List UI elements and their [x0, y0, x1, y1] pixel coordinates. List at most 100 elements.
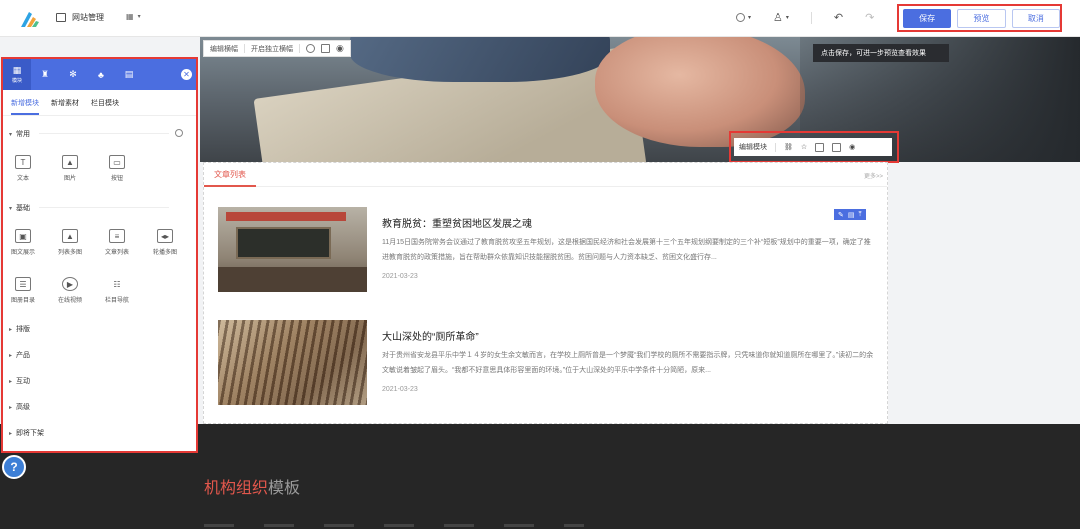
component-image[interactable]: ▲ 图片: [52, 155, 88, 182]
component-article-list[interactable]: ≡ 文章列表: [99, 229, 135, 256]
footer-title-rest: 模板: [268, 480, 301, 497]
image-icon[interactable]: [321, 44, 330, 53]
add-icon[interactable]: [815, 142, 825, 152]
app-logo-icon[interactable]: [18, 8, 40, 30]
article-title[interactable]: 大山深处的“厕所革命”: [382, 328, 479, 343]
component-label: 文章列表: [104, 250, 129, 256]
paw-icon: ♣: [98, 69, 104, 80]
section-label: 排版: [16, 326, 31, 333]
panel-tab-settings[interactable]: ✻: [59, 59, 87, 90]
close-icon[interactable]: ✕: [181, 69, 192, 80]
panel-tab-modules[interactable]: ▦ 模块: [3, 59, 31, 90]
component-label: 栏目导航: [104, 298, 129, 304]
gear-icon: ✻: [69, 69, 77, 79]
tab-article-list[interactable]: 文章列表: [204, 163, 256, 187]
tab-column-module[interactable]: 栏目模块: [91, 98, 119, 108]
section-advanced[interactable]: ▸ 高级: [9, 402, 30, 412]
apps-grid-menu[interactable]: ▦ ▾: [126, 12, 141, 21]
caret-right-icon: ▸: [9, 352, 13, 359]
caret-right-icon: ▸: [9, 378, 13, 385]
component-label: 按钮: [110, 176, 123, 182]
component-label: 轮播多图: [152, 250, 177, 256]
section-basic[interactable]: ▾ 基础: [9, 203, 30, 213]
edit-banner-button[interactable]: 编辑横幅: [210, 44, 238, 54]
article-title[interactable]: 教育脱贫：重塑贫困地区发展之魂: [382, 215, 532, 230]
module-edit-toolbar: 编辑模块 ⛓ ☆ ◉: [734, 138, 892, 156]
site-manage-icon: [56, 13, 66, 22]
section-product[interactable]: ▸ 产品: [9, 350, 30, 360]
chevron-down-icon: ▾: [137, 14, 141, 20]
unlink-icon[interactable]: ⛓: [784, 143, 793, 151]
tab-add-material[interactable]: 新增素材: [51, 98, 79, 108]
thumbnail-wood-pattern: [218, 320, 367, 405]
list-item[interactable]: 大山深处的“厕所革命” 对于贵州省安龙县平乐中学１４岁的女生余文敏而言，在学校上…: [218, 320, 878, 408]
shirt-icon: ♜: [40, 69, 50, 79]
component-image-text[interactable]: ▣ 图文展示: [5, 229, 41, 256]
thumbnail-banner-shape: [226, 212, 346, 221]
component-video[interactable]: ▶ 在线视频: [52, 277, 88, 304]
thumbnail-desks-shape: [218, 267, 367, 292]
layout-icon: ▤: [124, 69, 134, 79]
panel-tab-layout[interactable]: ▤: [115, 59, 143, 90]
edit-module-button[interactable]: 编辑模块: [739, 142, 767, 152]
component-label: 文本: [16, 176, 29, 182]
component-column-nav[interactable]: ☷ 栏目导航: [99, 277, 135, 305]
component-label: 图文展示: [10, 250, 35, 256]
independent-banner-button[interactable]: 开启独立横幅: [251, 44, 293, 54]
undo-icon[interactable]: ↶: [834, 11, 843, 24]
list-item[interactable]: 教育脱贫：重塑贫困地区发展之魂 11月15日国务院常务会议通过了教育脱贫攻坚五年…: [218, 207, 878, 295]
more-link[interactable]: 更多>>: [864, 171, 883, 180]
section-label: 高级: [16, 404, 31, 411]
banner-sleeve-shape: [350, 37, 610, 82]
module-tab-bar: 文章列表 更多>>: [204, 163, 887, 187]
module-panel: ▦ 模块 ♜ ✻ ♣ ▤ ✕ 新增模块 新增素材 栏目模块 ▾ 常用 T 文本 …: [1, 57, 198, 453]
caret-right-icon: ▸: [9, 404, 13, 411]
footer-title-highlight: 机构组织: [204, 480, 269, 497]
component-button[interactable]: ▭ 按钮: [99, 155, 135, 182]
article-summary: 对于贵州省安龙县平乐中学１４岁的女生余文敏而言，在学校上厕所曾是一个梦魇“我们学…: [382, 352, 874, 374]
panel-sub-tabs: 新增模块 新增素材 栏目模块: [3, 90, 196, 116]
tab-add-module[interactable]: 新增模块: [11, 98, 39, 115]
copy-icon[interactable]: [832, 142, 842, 152]
preview-button[interactable]: 预览: [957, 8, 1006, 28]
panel-tab-effects[interactable]: ♣: [87, 59, 115, 90]
help-menu[interactable]: ▾: [736, 13, 751, 22]
cancel-button[interactable]: 取消: [1011, 8, 1060, 28]
settings-icon[interactable]: [306, 44, 315, 53]
section-layout[interactable]: ▸ 排版: [9, 324, 30, 334]
divider: [244, 44, 245, 53]
module-edit-toolbar-highlight: 编辑模块 ⛓ ☆ ◉: [729, 131, 899, 163]
component-text[interactable]: T 文本: [5, 155, 41, 182]
article-thumbnail[interactable]: [218, 207, 367, 292]
article-icon: ≡: [109, 229, 125, 243]
article-summary: 11月15日国务院常务会议通过了教育脱贫攻坚五年规划，这是根据国民经济和社会发展…: [382, 239, 871, 261]
top-right-tools: ▾ ♙ ▾ ↶ ↷: [736, 11, 874, 24]
grid-icon: ▦: [126, 12, 134, 21]
section-interactive[interactable]: ▸ 互动: [9, 376, 30, 386]
save-button[interactable]: 保存: [903, 8, 952, 28]
user-menu[interactable]: ♙ ▾: [773, 11, 789, 24]
component-list-multi-image[interactable]: ▲ 列表多图: [52, 229, 88, 256]
top-toolbar: 网站管理 ▦ ▾ ▾ ♙ ▾ ↶ ↷ 保存 预览 取消: [0, 0, 1080, 37]
eye-icon[interactable]: ◉: [336, 43, 344, 54]
article-thumbnail[interactable]: [218, 320, 367, 405]
redo-icon[interactable]: ↷: [865, 11, 874, 24]
star-icon[interactable]: ☆: [801, 143, 807, 151]
component-carousel[interactable]: ◂▸ 轮播多图: [147, 229, 183, 256]
article-list-module[interactable]: 文章列表 更多>> ✎ ▤ ⤒ 教育脱贫：重塑贫困地区发展之魂 11月15日国务…: [203, 162, 888, 424]
eye-icon[interactable]: ◉: [849, 143, 855, 151]
divider: [810, 11, 812, 24]
section-common[interactable]: ▾ 常用: [9, 129, 30, 139]
section-offline[interactable]: ▸ 即将下架: [9, 428, 44, 438]
floating-help-button[interactable]: ?: [2, 455, 26, 479]
divider: [39, 207, 169, 208]
site-manage-menu[interactable]: 网站管理: [56, 12, 104, 23]
image-text-icon: ▣: [15, 229, 31, 243]
action-buttons-highlight: 保存 预览 取消: [897, 4, 1062, 32]
component-album[interactable]: ☰ 图册目录: [5, 277, 41, 304]
search-icon[interactable]: [175, 129, 183, 137]
caret-down-icon: ▾: [9, 131, 13, 138]
help-icon: ?: [10, 460, 18, 474]
caret-right-icon: ▸: [9, 326, 13, 333]
panel-tab-style[interactable]: ♜: [31, 59, 59, 90]
